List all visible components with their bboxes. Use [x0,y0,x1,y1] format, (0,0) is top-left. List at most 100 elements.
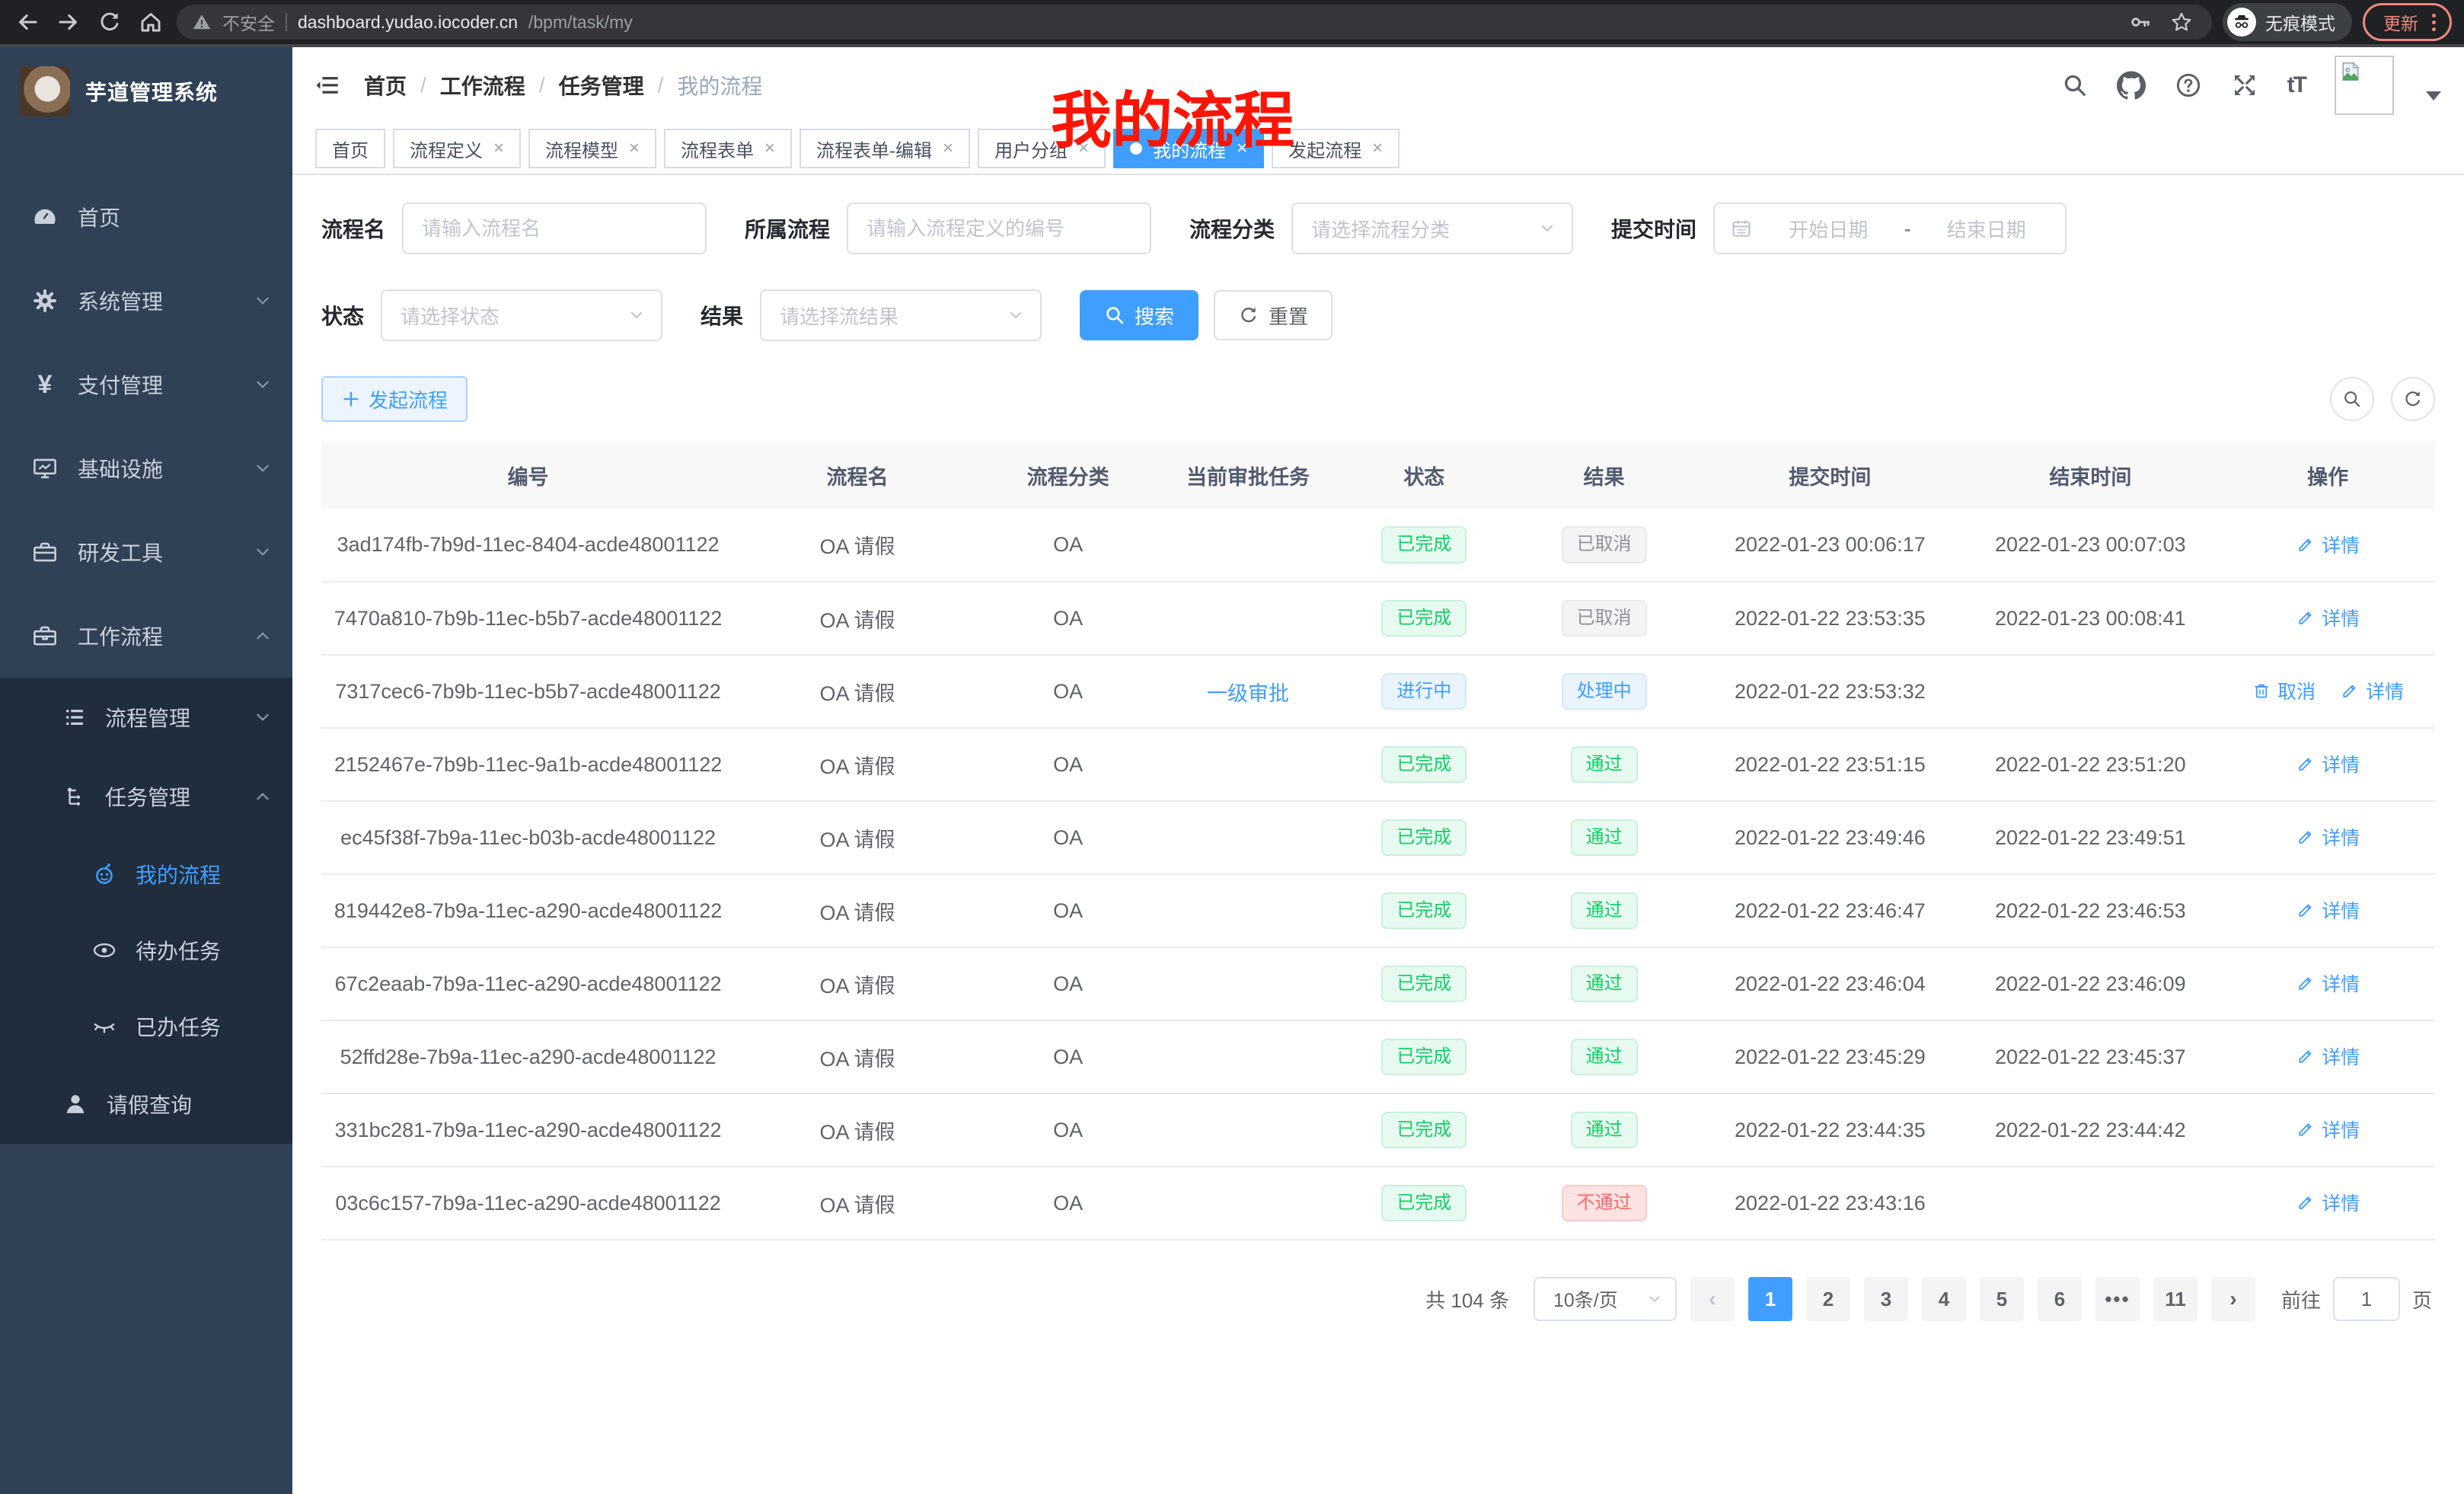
tab-process-model[interactable]: 流程模型 [528,129,656,168]
row-detail-link[interactable]: 详情 [2296,1116,2360,1143]
password-key-icon[interactable] [2125,7,2156,37]
sidebar-item-process-mgmt[interactable]: 流程管理 [0,678,292,757]
sidebar-item-payment[interactable]: ¥ 支付管理 [0,343,292,426]
sidebar-item-devtools[interactable]: 研发工具 [0,510,292,594]
browser-back-icon[interactable] [12,7,43,37]
close-icon[interactable] [493,139,504,158]
process-category-select[interactable]: 请选择流程分类 [1291,203,1573,254]
more-pages-button[interactable]: ••• [2095,1277,2140,1321]
cell-current-task[interactable] [1156,1093,1339,1167]
tab-process-definition[interactable]: 流程定义 [393,129,521,168]
sidebar-item-system[interactable]: 系统管理 [0,259,292,343]
search-button[interactable]: 搜索 [1080,290,1198,340]
address-bar[interactable]: 不安全 dashboard.yudao.iocoder.cn/bpm/task/… [177,5,2212,40]
col-category: 流程分类 [980,442,1156,509]
avatar[interactable] [2335,56,2394,115]
app-logo-row[interactable]: 芋道管理系统 [0,47,292,136]
table-search-toggle-button[interactable] [2330,377,2374,421]
page-button-6[interactable]: 6 [2038,1277,2082,1321]
browser-forward-icon[interactable] [53,7,84,37]
col-task: 当前审批任务 [1156,442,1339,509]
fullscreen-icon[interactable] [2231,72,2258,99]
submit-time-range-picker[interactable]: 开始日期 - 结束日期 [1713,203,2067,254]
sidebar-item-task-mgmt[interactable]: 任务管理 [0,757,292,836]
sidebar-item-done-tasks[interactable]: 已办任务 [0,988,292,1065]
tab-process-form-edit[interactable]: 流程表单-编辑 [800,129,970,168]
search-icon[interactable] [2062,72,2088,98]
cell-process-name: OA 请假 [735,1020,980,1093]
page-button-1[interactable]: 1 [1748,1277,1792,1321]
sidebar-item-infra[interactable]: 基础设施 [0,426,292,510]
table-refresh-button[interactable] [2391,377,2435,421]
browser-update-button[interactable]: 更新 [2363,3,2452,41]
tab-home[interactable]: 首页 [315,129,385,168]
close-icon[interactable] [1372,139,1383,158]
close-icon[interactable] [629,139,640,158]
cell-id: ec45f38f-7b9a-11ec-b03b-acde48001122 [321,801,735,874]
cell-current-task[interactable] [1156,509,1339,582]
row-detail-link[interactable]: 详情 [2296,1042,2360,1070]
row-detail-link[interactable]: 详情 [2296,1189,2360,1216]
start-process-button[interactable]: 发起流程 [321,376,468,422]
bookmark-star-icon[interactable] [2166,7,2197,37]
cell-current-task[interactable] [1156,1167,1339,1240]
browser-home-icon[interactable] [136,7,166,37]
row-detail-link[interactable]: 详情 [2296,604,2360,631]
row-detail-link[interactable]: 详情 [2296,823,2360,851]
next-page-button[interactable]: › [2211,1277,2255,1321]
row-detail-link[interactable]: 详情 [2296,969,2360,997]
sidebar-item-leave-query[interactable]: 请假查询 [0,1065,292,1144]
process-definition-input[interactable] [847,203,1151,254]
cell-current-task[interactable] [1156,947,1339,1020]
help-icon[interactable] [2175,72,2202,99]
cell-current-task[interactable] [1156,801,1339,874]
chevron-down-icon [254,709,271,726]
cell-submit-time: 2022-01-22 23:53:32 [1700,655,1960,728]
goto-page-input[interactable]: 1 [2333,1277,2400,1321]
status-select[interactable]: 请选择状态 [381,289,662,341]
page-button-4[interactable]: 4 [1922,1277,1966,1321]
page-button-11[interactable]: 11 [2153,1277,2197,1321]
cell-current-task[interactable] [1156,582,1339,655]
security-label[interactable]: 不安全 [222,9,275,35]
cell-current-task[interactable]: 一级审批 [1156,655,1339,728]
process-name-input[interactable] [402,203,707,254]
browser-reload-icon[interactable] [94,7,125,37]
page-button-5[interactable]: 5 [1980,1277,2024,1321]
tab-process-form[interactable]: 流程表单 [664,129,792,168]
sidebar-collapse-icon[interactable] [315,72,341,98]
page-button-3[interactable]: 3 [1864,1277,1908,1321]
prev-page-button[interactable]: ‹ [1690,1277,1735,1321]
cell-result: 不通过 [1508,1167,1700,1240]
font-size-icon[interactable] [2287,72,2306,98]
close-icon[interactable] [943,139,953,158]
browser-menu-icon[interactable] [2432,14,2436,31]
row-detail-link[interactable]: 详情 [2296,896,2360,924]
sidebar-item-todo-tasks[interactable]: 待办任务 [0,912,292,988]
sidebar-item-workflow[interactable]: 工作流程 [0,594,292,678]
cell-current-task[interactable] [1156,874,1339,947]
cell-actions: 详情 [2220,874,2435,947]
close-icon[interactable] [764,139,775,158]
security-warning-icon[interactable] [192,12,212,32]
reset-button[interactable]: 重置 [1214,290,1333,340]
avatar-dropdown-caret[interactable] [2426,91,2441,101]
breadcrumb-workflow[interactable]: 工作流程 [440,70,525,101]
row-cancel-link[interactable]: 取消 [2252,677,2316,704]
url-path[interactable]: /bpm/task/my [528,12,633,33]
cell-current-task[interactable] [1156,728,1339,801]
row-detail-link[interactable]: 详情 [2296,531,2360,558]
row-detail-link[interactable]: 详情 [2296,750,2360,777]
page-size-select[interactable]: 10条/页 [1534,1277,1677,1321]
sidebar-item-my-process[interactable]: 我的流程 [0,836,292,912]
sidebar-item-home[interactable]: 首页 [0,175,292,259]
breadcrumb-home[interactable]: 首页 [364,70,407,101]
table-body: 3ad174fb-7b9d-11ec-8404-acde48001122 OA … [321,509,2435,1240]
page-button-2[interactable]: 2 [1806,1277,1850,1321]
row-detail-link[interactable]: 详情 [2340,677,2404,704]
cell-current-task[interactable] [1156,1020,1339,1093]
github-icon[interactable] [2117,71,2146,100]
url-host[interactable]: dashboard.yudao.iocoder.cn [298,12,518,33]
result-select[interactable]: 请选择流结果 [760,289,1042,341]
breadcrumb-task-mgmt[interactable]: 任务管理 [559,70,644,101]
